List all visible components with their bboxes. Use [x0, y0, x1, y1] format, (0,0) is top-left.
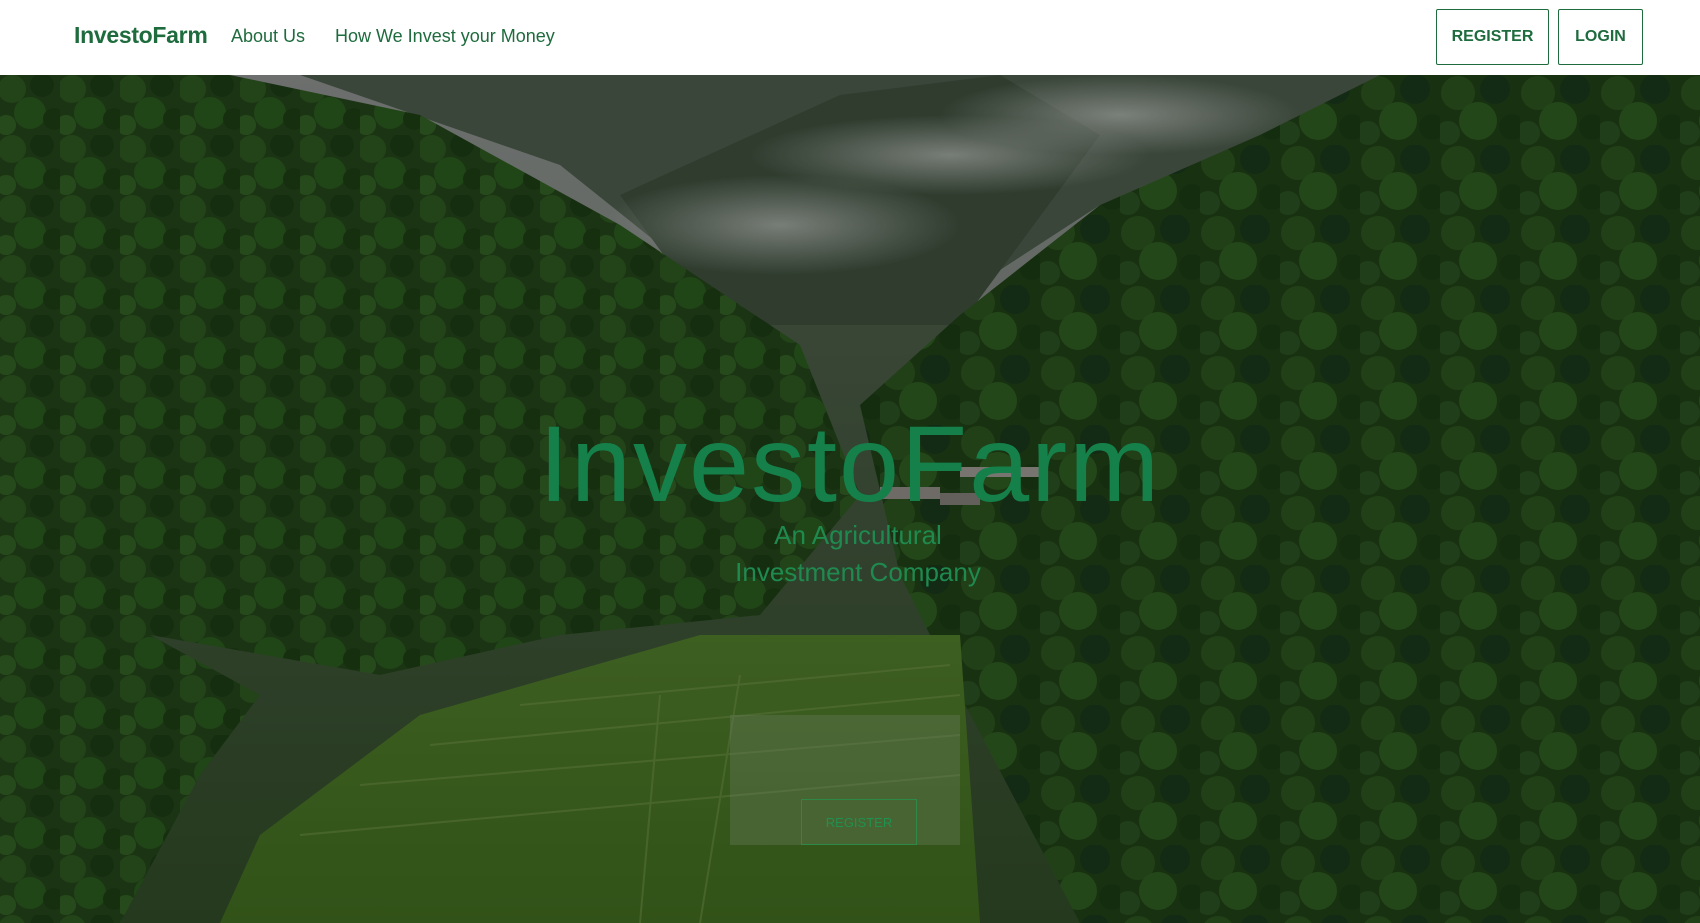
hero-subtitle: An Agricultural Investment Company	[735, 520, 981, 587]
hero-section: InvestoFarm An Agricultural Investment C…	[0, 75, 1700, 923]
nav-link-how-we-invest[interactable]: How We Invest your Money	[335, 26, 555, 47]
hero-register-button[interactable]: REGISTER	[801, 799, 917, 845]
brand-logo-link[interactable]: InvestoFarm	[74, 22, 208, 49]
nav-link-about-us[interactable]: About Us	[231, 26, 305, 47]
top-navbar: InvestoFarm About Us How We Invest your …	[0, 0, 1700, 75]
register-button[interactable]: REGISTER	[1436, 9, 1549, 65]
hero-title: InvestoFarm	[538, 403, 1162, 524]
login-button[interactable]: LOGIN	[1558, 9, 1643, 65]
